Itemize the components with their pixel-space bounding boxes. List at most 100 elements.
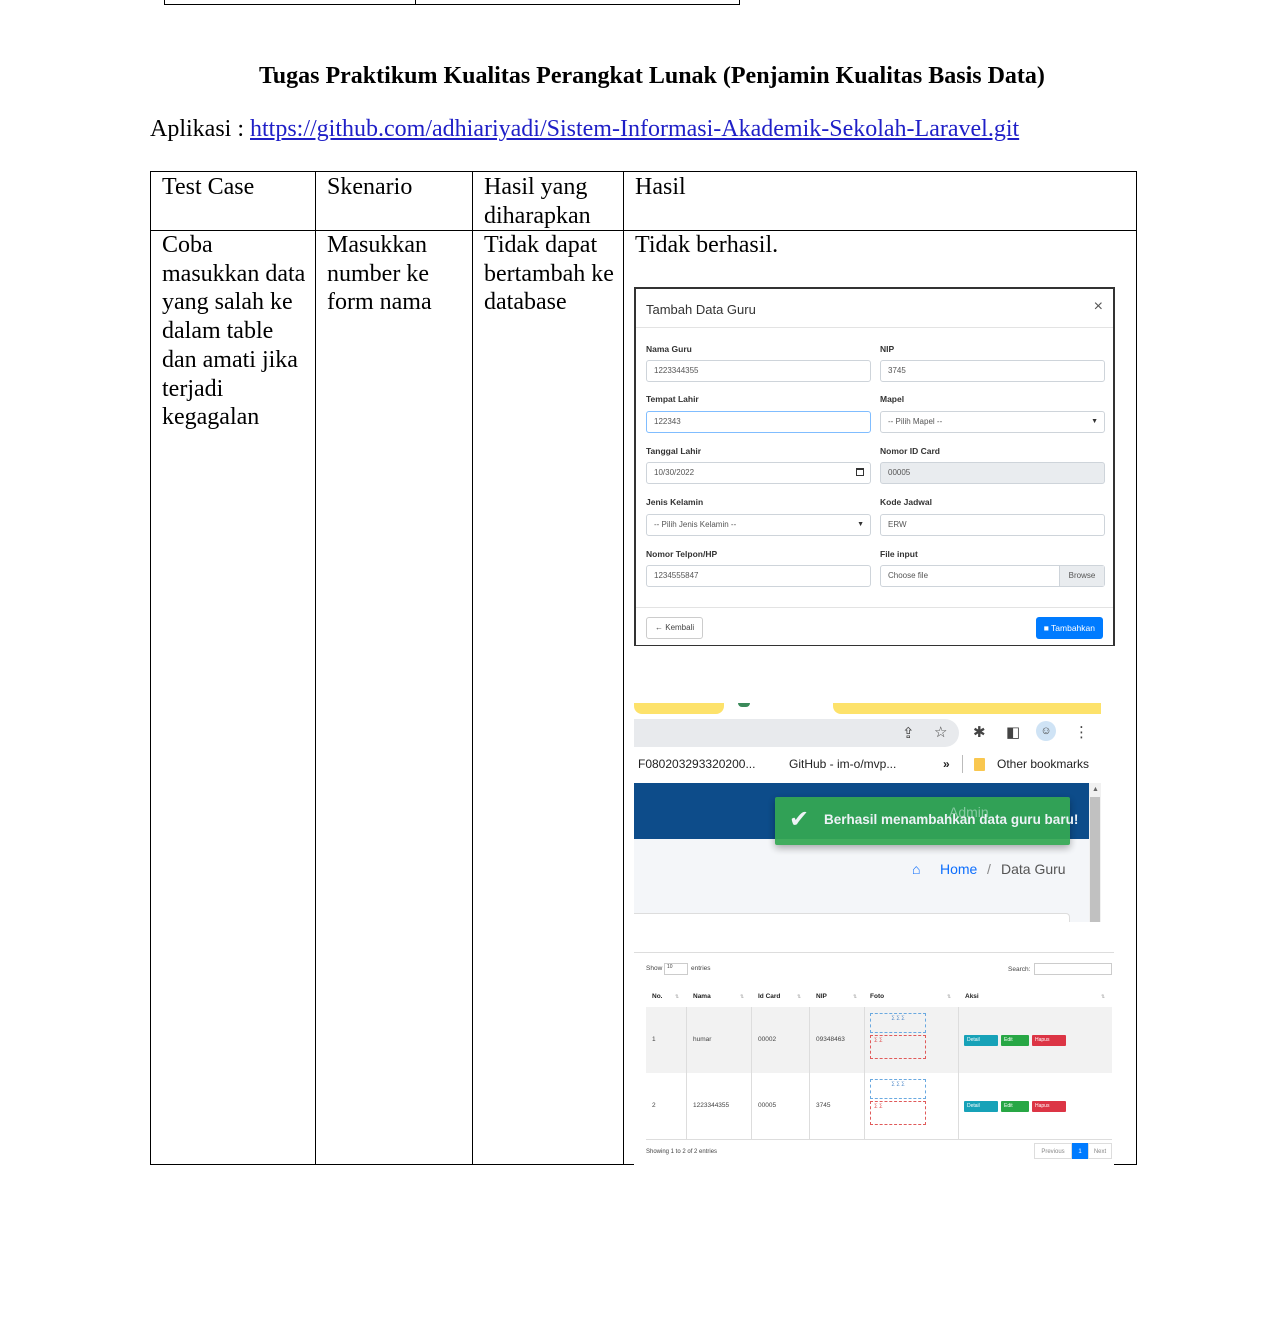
browse-button[interactable]: Browse — [1059, 566, 1104, 586]
sort-icon[interactable]: ⇅ — [740, 994, 744, 1000]
header-skenario: Skenario — [327, 174, 413, 200]
profile-avatar-icon[interactable]: ☺ — [1036, 721, 1056, 741]
label-tanggal-lahir: Tanggal Lahir — [646, 446, 702, 456]
entries-select[interactable]: 10 — [664, 963, 688, 975]
side-panel-icon[interactable]: ◧ — [1006, 723, 1020, 741]
cell-skenario: Masukkan number ke form nama — [327, 232, 432, 316]
tempat-lahir-input[interactable]: 122343 — [646, 411, 871, 433]
sort-icon[interactable]: ⇅ — [853, 994, 857, 1000]
breadcrumb-separator: / — [987, 861, 991, 877]
back-button[interactable]: ← Kembali — [646, 617, 704, 639]
modal-title: Tambah Data Guru — [646, 302, 756, 317]
row-nama: 1223344355 — [693, 1102, 730, 1109]
success-toast: Admin ✔ Berhasil menambahkan data guru b… — [775, 797, 1078, 845]
cell-test-case: Coba masukkan data yang salah ke dalam t… — [162, 232, 306, 431]
col-nip[interactable]: NIP — [816, 993, 827, 1000]
detail-button[interactable]: Detail — [964, 1101, 998, 1112]
folder-icon — [974, 758, 985, 771]
pagination-previous[interactable]: Previous — [1034, 1143, 1072, 1159]
add-button[interactable]: ■ Tambahkan — [1035, 617, 1103, 639]
jenis-kelamin-select[interactable]: -- Pilih Jenis Kelamin -- ▼ — [646, 514, 871, 536]
nomor-telpon-input[interactable]: 1234555847 — [646, 565, 871, 587]
delete-button[interactable]: Hapus — [1032, 1101, 1066, 1112]
delete-button[interactable]: Hapus — [1032, 1035, 1066, 1046]
header-hasil-yang-diharapkan: Hasil yang diharapkan — [484, 174, 591, 229]
entries-label: entries — [691, 965, 711, 972]
jenis-kelamin-selected: -- Pilih Jenis Kelamin -- — [654, 520, 737, 529]
sort-icon[interactable]: ⇅ — [675, 994, 679, 1000]
nama-guru-input[interactable]: 1223344355 — [646, 360, 871, 382]
more-bookmarks-chevron[interactable]: » — [943, 757, 950, 771]
search-input[interactable] — [1034, 963, 1112, 975]
table-row: 1 humar 00002 09348463 ∑ ∑ ∑ ∑ ∑ Detail E… — [646, 1007, 1112, 1074]
row-id-card: 00002 — [758, 1036, 777, 1043]
tanggal-lahir-input[interactable]: 10/30/2022 — [646, 462, 871, 484]
label-file-input: File input — [880, 549, 918, 559]
table-info: Showing 1 to 2 of 2 entries — [646, 1149, 718, 1155]
edit-button[interactable]: Edit — [1001, 1101, 1029, 1112]
photo-thumbnail: ∑ ∑ ∑ ∑ ∑ — [870, 1079, 926, 1127]
pagination-next[interactable]: Next — [1088, 1143, 1112, 1159]
previous-table-fragment — [164, 0, 740, 5]
row-id-card: 00005 — [758, 1102, 777, 1109]
document-title: Tugas Praktikum Kualitas Perangkat Lunak… — [259, 63, 1045, 89]
application-link[interactable]: https://github.com/adhiariyadi/Sistem-In… — [250, 116, 1019, 142]
cell-expected: Tidak dapat bertambah ke database — [484, 232, 614, 316]
bookmark-2[interactable]: GitHub - im-o/mvp... — [789, 757, 896, 771]
extensions-icon[interactable]: ✱ — [973, 723, 986, 741]
cell-result: Tidak berhasil. — [635, 232, 779, 258]
label-nomor-id-card: Nomor ID Card — [880, 446, 940, 456]
other-bookmarks[interactable]: Other bookmarks — [997, 757, 1089, 771]
row-nama: humar — [693, 1036, 712, 1043]
kode-jadwal-input[interactable]: ERW — [880, 514, 1105, 536]
breadcrumb-current: Data Guru — [1001, 861, 1066, 877]
tanggal-lahir-value: 10/30/2022 — [654, 468, 695, 477]
breadcrumb-home[interactable]: Home — [940, 861, 977, 877]
row-no: 1 — [652, 1036, 656, 1043]
file-input-text: Choose file — [888, 571, 929, 580]
nomor-id-card-input: 00005 — [880, 462, 1105, 484]
photo-thumbnail: ∑ ∑ ∑ ∑ ∑ — [870, 1013, 926, 1061]
back-button-label: Kembali — [665, 623, 695, 632]
label-nomor-telpon: Nomor Telpon/HP — [646, 549, 718, 559]
row-no: 2 — [652, 1102, 656, 1109]
browser-success-screenshot: ⇪ ☆ ✱ ◧ ☺ ⋮ F080203293320200... GitHub -… — [634, 703, 1101, 922]
label-nip: NIP — [880, 344, 895, 354]
col-nama[interactable]: Nama — [693, 993, 711, 1000]
label-mapel: Mapel — [880, 394, 905, 404]
sort-icon[interactable]: ⇅ — [797, 994, 801, 1000]
label-nama-guru: Nama Guru — [646, 344, 692, 354]
address-bar[interactable]: ⇪ ☆ — [634, 719, 959, 747]
col-id-card[interactable]: Id Card — [758, 993, 780, 1000]
table-header: No. ⇅ Nama ⇅ Id Card ⇅ NIP ⇅ Foto ⇅ Aksi… — [646, 985, 1112, 1009]
mapel-select[interactable]: -- Pilih Mapel -- ▼ — [880, 411, 1105, 433]
pagination-page-1[interactable]: 1 — [1072, 1143, 1088, 1159]
file-input[interactable]: Choose file Browse — [880, 565, 1105, 587]
toast-message: Berhasil menambahkan data guru baru! — [824, 812, 1079, 827]
edit-button[interactable]: Edit — [1001, 1035, 1029, 1046]
share-icon[interactable]: ⇪ — [902, 724, 915, 742]
nip-input[interactable]: 3745 — [880, 360, 1105, 382]
sort-icon[interactable]: ⇅ — [947, 994, 951, 1000]
add-teacher-modal-screenshot: Tambah Data Guru × Nama Guru 1223344355 … — [634, 287, 1115, 646]
scrollbar[interactable]: ▲ — [1089, 783, 1101, 922]
star-icon[interactable]: ☆ — [934, 723, 947, 741]
bookmark-1[interactable]: F080203293320200... — [638, 757, 755, 771]
col-aksi[interactable]: Aksi — [965, 993, 979, 1000]
row-nip: 3745 — [816, 1102, 831, 1109]
search-label: Search: — [1008, 966, 1031, 973]
menu-dots-icon[interactable]: ⋮ — [1074, 723, 1089, 741]
show-label: Show — [646, 965, 663, 972]
label-kode-jadwal: Kode Jadwal — [880, 497, 932, 507]
application-label: Aplikasi : — [150, 116, 244, 142]
sort-icon[interactable]: ⇅ — [1101, 994, 1105, 1000]
teacher-table-screenshot: Show 10 entries Search: No. ⇅ Nama ⇅ Id … — [634, 952, 1114, 1165]
close-icon[interactable]: × — [1094, 298, 1103, 316]
detail-button[interactable]: Detail — [964, 1035, 998, 1046]
mapel-selected: -- Pilih Mapel -- — [888, 417, 943, 426]
table-row: 2 1223344355 00005 3745 ∑ ∑ ∑ ∑ ∑ Detail … — [646, 1073, 1112, 1140]
header-hasil: Hasil — [635, 174, 686, 200]
col-no[interactable]: No. — [652, 993, 662, 1000]
col-foto[interactable]: Foto — [870, 993, 884, 1000]
calendar-icon[interactable] — [856, 468, 864, 476]
